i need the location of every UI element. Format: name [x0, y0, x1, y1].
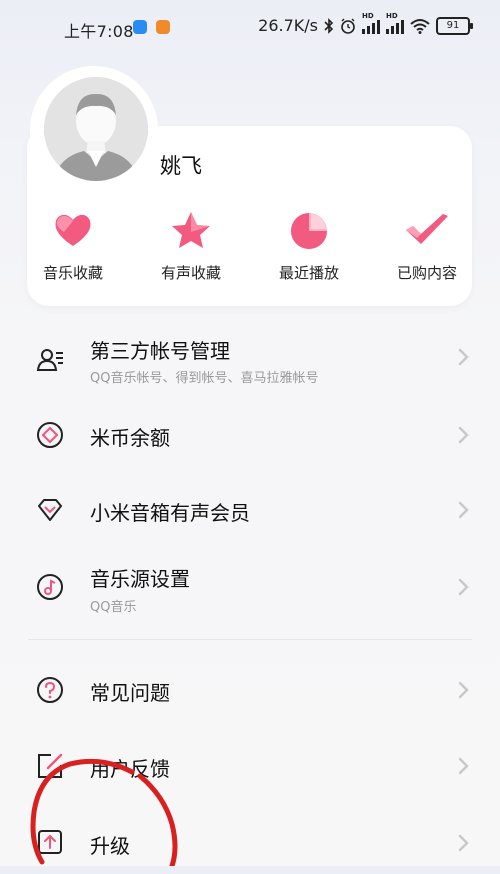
- chevron-right-icon: [458, 757, 469, 775]
- person-silhouette-icon: [44, 77, 148, 181]
- pie-clock-icon: [291, 213, 327, 249]
- chevron-right-icon: [458, 834, 469, 852]
- hd-label-2: HD: [386, 11, 398, 20]
- wifi-icon: [410, 18, 430, 34]
- account-list-icon: [36, 349, 63, 371]
- menu-music-source-settings[interactable]: 音乐源设置 QQ音乐: [0, 555, 500, 635]
- quick-action-purchased[interactable]: 已购内容: [372, 210, 482, 283]
- menu-title: 升级: [90, 834, 130, 858]
- avatar[interactable]: [44, 77, 148, 181]
- quick-action-label: 最近播放: [278, 264, 339, 282]
- menu-title: 用户反馈: [90, 757, 170, 781]
- username[interactable]: 姚飞: [160, 150, 202, 180]
- status-right: 26.7K/s HD HD 91: [258, 12, 473, 35]
- hd-label-1: HD: [362, 11, 374, 20]
- star-icon: [172, 212, 210, 248]
- chevron-right-icon: [458, 501, 469, 519]
- chevron-right-icon: [458, 426, 469, 444]
- menu-speaker-audio-membership[interactable]: 小米音箱有声会员: [0, 478, 500, 542]
- heart-icon: [55, 214, 91, 246]
- menu-subtitle: QQ音乐: [90, 600, 137, 615]
- music-note-icon: [37, 574, 63, 600]
- battery-icon: 91: [436, 16, 473, 35]
- chevron-right-icon: [458, 578, 469, 596]
- section-divider: [28, 639, 472, 640]
- quick-action-music-favorites[interactable]: 音乐收藏: [18, 210, 128, 283]
- quick-action-audio-favorites[interactable]: 有声收藏: [136, 210, 246, 283]
- status-bar: 上午7:08 26.7K/s HD HD 91: [0, 0, 500, 58]
- bluetooth-icon: [324, 17, 334, 34]
- chevron-right-icon: [458, 681, 469, 699]
- upgrade-arrow-icon: [38, 830, 62, 854]
- menu-subtitle: QQ音乐帐号、得到帐号、喜马拉雅帐号: [90, 371, 319, 386]
- signal-1: HD: [362, 12, 380, 34]
- cloud-icon: [133, 20, 147, 34]
- gem-icon: [38, 499, 62, 521]
- question-icon: [37, 677, 63, 703]
- chevron-right-icon: [458, 348, 469, 366]
- network-speed: 26.7K/s: [258, 16, 318, 35]
- quick-action-label: 音乐收藏: [42, 264, 103, 282]
- menu-title: 常见问题: [90, 681, 170, 705]
- menu-title: 小米音箱有声会员: [90, 501, 250, 525]
- coin-diamond-icon: [37, 422, 63, 448]
- quick-action-label: 有声收藏: [160, 264, 221, 282]
- menu-third-party-accounts[interactable]: 第三方帐号管理 QQ音乐帐号、得到帐号、喜马拉雅帐号: [0, 325, 500, 405]
- quick-action-recent-plays[interactable]: 最近播放: [254, 210, 364, 283]
- menu-title: 音乐源设置: [90, 567, 190, 591]
- menu-faq[interactable]: 常见问题: [0, 658, 500, 722]
- menu-title: 米币余额: [90, 426, 170, 450]
- menu-mi-coin-balance[interactable]: 米币余额: [0, 403, 500, 467]
- menu-title: 第三方帐号管理: [90, 339, 230, 363]
- record-icon: [156, 20, 170, 34]
- signal-bars-icon: [386, 18, 404, 34]
- menu-upgrade[interactable]: 升级: [0, 810, 500, 874]
- signal-bars-icon: [362, 18, 380, 34]
- signal-2: HD: [386, 12, 404, 34]
- alarm-icon: [341, 18, 355, 34]
- feedback-edit-icon: [38, 753, 63, 778]
- menu-feedback[interactable]: 用户反馈: [0, 734, 500, 798]
- status-time: 上午7:08: [64, 22, 134, 41]
- quick-action-label: 已购内容: [396, 264, 457, 282]
- checkmark-icon: [406, 214, 448, 244]
